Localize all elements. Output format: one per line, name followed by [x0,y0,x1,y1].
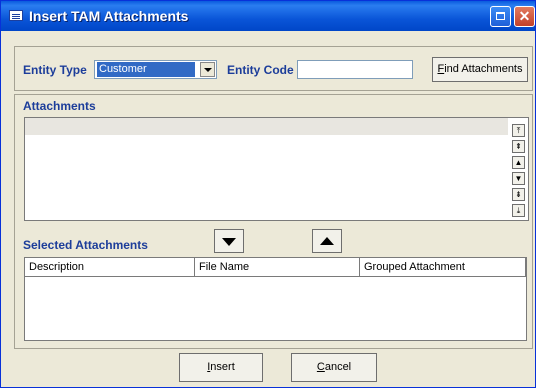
entity-code-label: Entity Code [227,63,294,77]
close-button[interactable]: ✕ [514,6,535,27]
arrow-up-icon [320,237,334,245]
grid-header: Description File Name Grouped Attachment [25,258,526,277]
entity-code-input[interactable] [297,60,413,79]
scroll-page-up-button[interactable]: ⇞ [512,140,525,153]
scroll-top-icon: ⤒ [516,126,521,135]
remove-from-selected-button[interactable] [312,229,342,253]
entity-type-label: Entity Type [23,63,87,77]
arrow-down-icon [222,238,236,246]
page-down-icon: ⇟ [515,190,522,199]
entity-type-value: Customer [97,62,195,77]
insert-button[interactable]: Insert [179,353,263,382]
arrow-down-icon: ▼ [514,174,523,183]
chevron-down-icon[interactable] [200,62,215,77]
cancel-button[interactable]: Cancel [291,353,377,382]
restore-button[interactable] [490,6,511,27]
attachments-label: Attachments [23,99,96,113]
selected-attachments-label: Selected Attachments [23,238,148,252]
scroll-page-down-button[interactable]: ⇟ [512,188,525,201]
window-icon [9,10,23,21]
add-to-selected-button[interactable] [214,229,244,253]
title-bar[interactable]: Insert TAM Attachments ✕ [1,1,535,31]
column-header-grouped-attachment[interactable]: Grouped Attachment [360,258,526,276]
attachments-list[interactable]: ⤒ ⇞ ▲ ▼ ⇟ ⤓ [24,117,529,221]
scroll-top-button[interactable]: ⤒ [512,124,525,137]
restore-icon [496,12,505,20]
attachments-list-header [25,118,508,135]
scroll-bottom-icon: ⤓ [516,206,521,215]
selected-attachments-grid[interactable]: Description File Name Grouped Attachment [24,257,527,341]
column-header-file-name[interactable]: File Name [195,258,360,276]
scroll-up-button[interactable]: ▲ [512,156,525,169]
window-title: Insert TAM Attachments [29,8,189,24]
scroll-bottom-button[interactable]: ⤓ [512,204,525,217]
find-attachments-button[interactable]: Find Attachments [432,57,528,82]
column-header-description[interactable]: Description [25,258,195,276]
scroll-down-button[interactable]: ▼ [512,172,525,185]
list-scroll-controls: ⤒ ⇞ ▲ ▼ ⇟ ⤓ [509,118,528,220]
insert-tam-attachments-window: Insert TAM Attachments ✕ Entity Type Cus… [0,0,536,388]
entity-type-select[interactable]: Customer [94,60,217,79]
close-icon: ✕ [518,8,531,24]
arrow-up-icon: ▲ [514,158,523,167]
page-up-icon: ⇞ [515,142,522,151]
